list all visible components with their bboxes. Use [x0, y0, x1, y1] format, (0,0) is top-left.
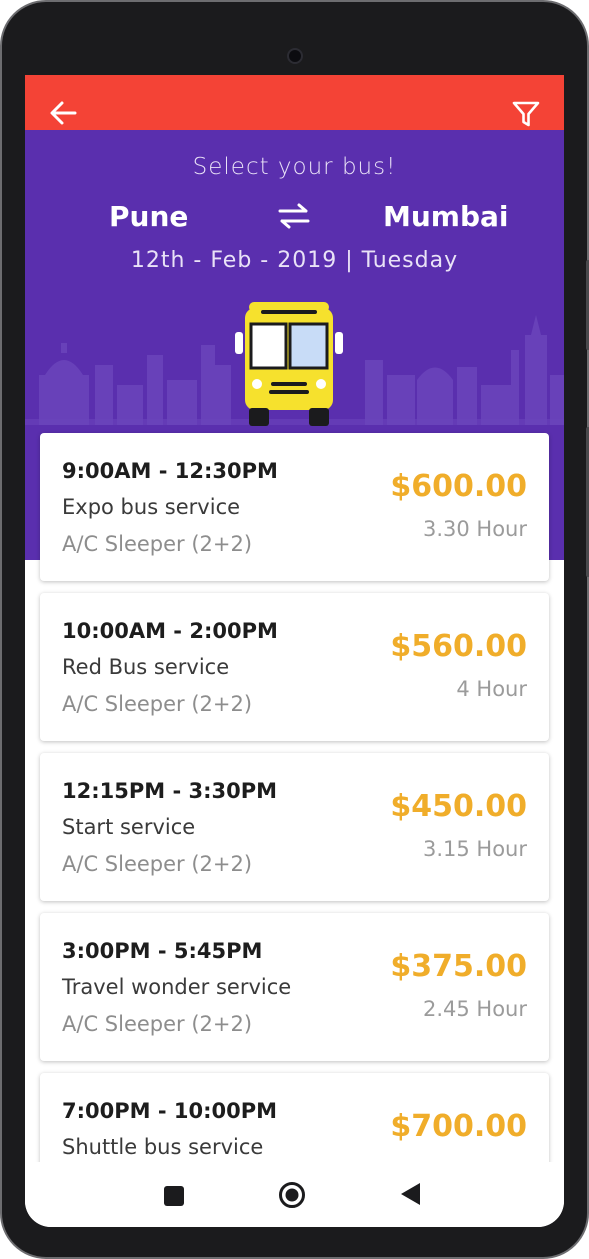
- travel-date: 12th - Feb - 2019 | Tuesday: [130, 248, 459, 273]
- ticket-price: $450.00: [390, 789, 527, 824]
- departure-arrival-time: 9:00AM - 12:30PM: [62, 459, 278, 483]
- bus-operator-name: Start service: [62, 815, 196, 839]
- trip-duration: 3.30 Hour: [422, 517, 527, 541]
- ticket-price: $700.00: [390, 1109, 527, 1144]
- recent-apps-icon[interactable]: [164, 1186, 184, 1206]
- from-city: Pune: [109, 200, 189, 233]
- seat-type: A/C Sleeper (2+2): [62, 532, 253, 556]
- bus-card[interactable]: 10:00AM - 2:00PM Red Bus service A/C Sle…: [40, 593, 549, 741]
- arrow-left-icon[interactable]: [49, 100, 77, 126]
- phone-frame: Select your bus! Pune Mumbai 12th - Feb …: [0, 0, 589, 1259]
- departure-arrival-time: 7:00PM - 10:00PM: [62, 1099, 277, 1123]
- page-title: Select your bus!: [192, 154, 397, 180]
- bus-card[interactable]: 9:00AM - 12:30PM Expo bus service A/C Sl…: [40, 433, 549, 581]
- ticket-price: $560.00: [390, 629, 527, 664]
- seat-type: A/C Sleeper (2+2): [62, 852, 253, 876]
- to-city: Mumbai: [383, 200, 509, 233]
- bus-list: 9:00AM - 12:30PM Expo bus service A/C Sl…: [40, 433, 549, 1227]
- bus-operator-name: Travel wonder service: [62, 975, 292, 999]
- ticket-price: $600.00: [390, 469, 527, 504]
- departure-arrival-time: 12:15PM - 3:30PM: [62, 779, 277, 803]
- filter-icon[interactable]: [512, 100, 540, 128]
- app-bar: [25, 75, 564, 130]
- seat-type: A/C Sleeper (2+2): [62, 692, 253, 716]
- bus-card[interactable]: 12:15PM - 3:30PM Start service A/C Sleep…: [40, 753, 549, 901]
- ticket-price: $375.00: [390, 949, 527, 984]
- swap-arrows-icon[interactable]: [277, 202, 311, 230]
- app-screen: Select your bus! Pune Mumbai 12th - Feb …: [25, 75, 564, 1227]
- bus-operator-name: Shuttle bus service: [62, 1135, 264, 1159]
- home-icon[interactable]: [278, 1181, 306, 1209]
- bus-operator-name: Red Bus service: [62, 655, 230, 679]
- departure-arrival-time: 3:00PM - 5:45PM: [62, 939, 263, 963]
- seat-type: A/C Sleeper (2+2): [62, 1012, 253, 1036]
- front-camera: [287, 48, 303, 64]
- trip-duration: 4 Hour: [456, 677, 527, 701]
- trip-duration: 2.45 Hour: [422, 997, 527, 1021]
- bus-operator-name: Expo bus service: [62, 495, 241, 519]
- trip-duration: 3.15 Hour: [422, 837, 527, 861]
- system-navigation-bar: [25, 1162, 564, 1227]
- bus-illustration: [235, 302, 343, 426]
- back-triangle-icon[interactable]: [398, 1181, 422, 1207]
- bus-card[interactable]: 3:00PM - 5:45PM Travel wonder service A/…: [40, 913, 549, 1061]
- departure-arrival-time: 10:00AM - 2:00PM: [62, 619, 278, 643]
